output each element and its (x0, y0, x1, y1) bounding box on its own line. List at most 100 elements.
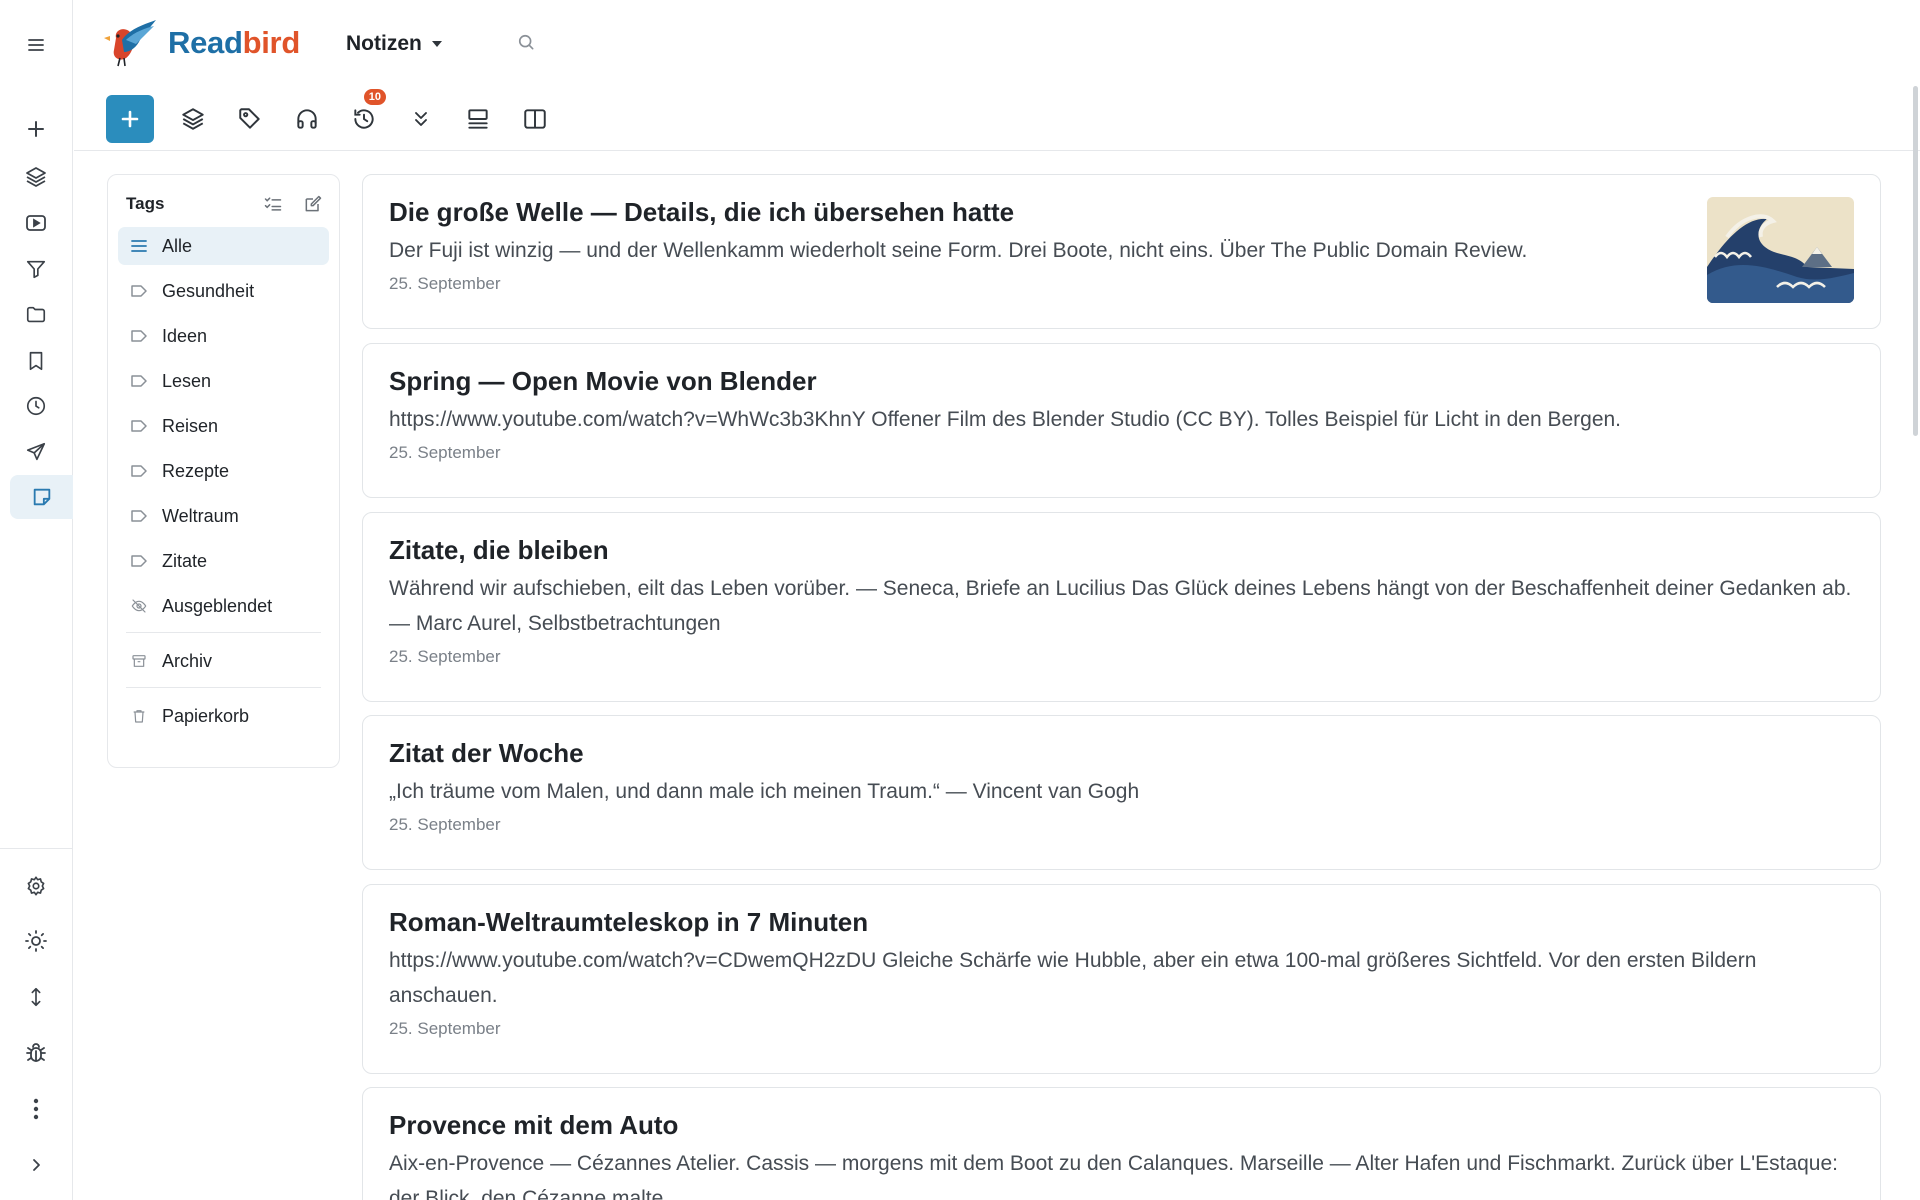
note-card[interactable]: Provence mit dem Auto Aix-en-Provence — … (362, 1087, 1881, 1200)
note-title: Die große Welle — Details, die ich übers… (389, 197, 1015, 227)
app-logo[interactable]: Readbird (102, 18, 300, 68)
view-selector[interactable]: Notizen (346, 32, 442, 56)
note-date: 25. September (389, 1019, 501, 1038)
trash-label: Papierkorb (162, 705, 250, 726)
settings-icon[interactable] (10, 864, 62, 908)
bookmark-icon[interactable] (10, 339, 62, 383)
headphones-button[interactable] (278, 95, 335, 143)
tags-panel: Tags Alle Gesundheit Ideen Lesen Reisen … (107, 174, 340, 768)
split-view-icon (523, 109, 546, 129)
tag-label: Reisen (162, 415, 219, 436)
tag-label: Gesundheit (162, 280, 255, 301)
layers-icon (181, 108, 204, 130)
tag-icon (130, 284, 148, 298)
note-date: 25. September (389, 443, 501, 462)
note-body: Aix-en-Provence — Cézannes Atelier. Cass… (389, 1152, 1838, 1200)
note-body: Während wir aufschieben, eilt das Leben … (389, 577, 1852, 635)
note-card[interactable]: Zitat der Woche „Ich träume vom Malen, u… (362, 715, 1881, 870)
scrollbar[interactable] (1913, 86, 1918, 436)
note-title: Provence mit dem Auto (389, 1110, 679, 1140)
archive-label: Archiv (162, 650, 213, 671)
note-icon[interactable] (10, 475, 73, 519)
divider (126, 687, 321, 688)
bug-icon[interactable] (10, 1031, 62, 1075)
filter-icon[interactable] (10, 247, 62, 291)
note-card[interactable]: Roman-Weltraumteleskop in 7 Minuten http… (362, 884, 1881, 1074)
sun-icon[interactable] (10, 919, 62, 963)
note-body: https://www.youtube.com/watch?v=CDwemQH2… (389, 949, 1757, 1007)
search-icon[interactable] (516, 32, 536, 52)
layers-button[interactable] (164, 95, 221, 143)
add-icon (121, 110, 139, 128)
bird-logo-icon (104, 20, 156, 67)
tag-item-lesen[interactable]: Lesen (118, 362, 329, 400)
tag-icon (130, 419, 148, 433)
note-card[interactable]: Zitate, die bleiben Während wir aufschie… (362, 512, 1881, 702)
checklist-icon[interactable] (263, 194, 283, 214)
tag-item-reisen[interactable]: Reisen (118, 407, 329, 445)
tag-label: Weltraum (162, 505, 239, 526)
tag-item-ideen[interactable]: Ideen (118, 317, 329, 355)
add-button[interactable] (106, 95, 154, 143)
rail-divider (0, 848, 73, 849)
sort-icon[interactable] (10, 975, 62, 1019)
trash-icon (130, 707, 148, 725)
more-vertical-icon[interactable] (10, 1087, 62, 1131)
note-body: „Ich träume vom Malen, und dann male ich… (389, 780, 1140, 803)
plus-icon[interactable] (10, 107, 62, 151)
tag-button[interactable] (221, 95, 278, 143)
list-view-icon (467, 109, 488, 129)
note-date: 25. September (389, 274, 501, 293)
tag-icon (130, 509, 148, 523)
menu-icon[interactable] (10, 23, 62, 67)
list-view-button[interactable] (449, 95, 506, 143)
split-view-button[interactable] (506, 95, 563, 143)
great-wave-image (1707, 197, 1854, 303)
tag-label: Ausgeblendet (162, 595, 273, 616)
tag-label: Alle (162, 235, 193, 256)
note-date: 25. September (389, 815, 501, 834)
history-button[interactable]: 10 (335, 89, 392, 143)
top-header: Readbird Notizen 10 (74, 0, 1920, 151)
note-card[interactable]: Spring — Open Movie von Blender https://… (362, 343, 1881, 498)
note-thumbnail (1707, 197, 1854, 303)
note-title: Spring — Open Movie von Blender (389, 366, 817, 396)
note-body: Der Fuji ist winzig — und der Wellenkamm… (389, 239, 1528, 262)
clock-icon[interactable] (10, 384, 62, 428)
tag-icon (130, 554, 148, 568)
list-icon (130, 239, 148, 253)
tag-label: Lesen (162, 370, 212, 391)
left-rail (0, 0, 73, 1200)
tag-item-alle[interactable]: Alle (118, 227, 329, 265)
folder-icon[interactable] (10, 293, 62, 337)
tag-label: Rezepte (162, 460, 230, 481)
edit-icon[interactable] (303, 194, 323, 214)
tag-item-ausgeblendet[interactable]: Ausgeblendet (118, 587, 329, 625)
tag-item-rezepte[interactable]: Rezepte (118, 452, 329, 490)
collapse-button[interactable] (392, 95, 449, 143)
tags-title: Tags (126, 194, 165, 213)
headphones-icon (296, 109, 317, 129)
tag-item-gesundheit[interactable]: Gesundheit (118, 272, 329, 310)
video-icon[interactable] (10, 201, 62, 245)
divider (126, 632, 321, 633)
note-title: Roman-Weltraumteleskop in 7 Minuten (389, 907, 869, 937)
layers-icon[interactable] (10, 155, 62, 199)
note-title: Zitat der Woche (389, 738, 584, 768)
archive-icon (130, 653, 148, 669)
note-date: 25. September (389, 647, 501, 666)
tag-icon (130, 374, 148, 388)
trash-item[interactable]: Papierkorb (118, 697, 329, 735)
tags-header: Tags (118, 187, 329, 221)
history-icon (353, 109, 374, 129)
app-name: Readbird (168, 25, 300, 60)
toolbar: 10 (106, 89, 563, 143)
tag-item-weltraum[interactable]: Weltraum (118, 497, 329, 535)
tag-label: Zitate (162, 550, 208, 571)
note-card[interactable]: Die große Welle — Details, die ich übers… (362, 174, 1881, 329)
note-title: Zitate, die bleiben (389, 535, 609, 565)
send-icon[interactable] (10, 430, 62, 474)
tag-item-zitate[interactable]: Zitate (118, 542, 329, 580)
chevron-right-icon[interactable] (10, 1143, 62, 1187)
archive-item[interactable]: Archiv (118, 642, 329, 680)
